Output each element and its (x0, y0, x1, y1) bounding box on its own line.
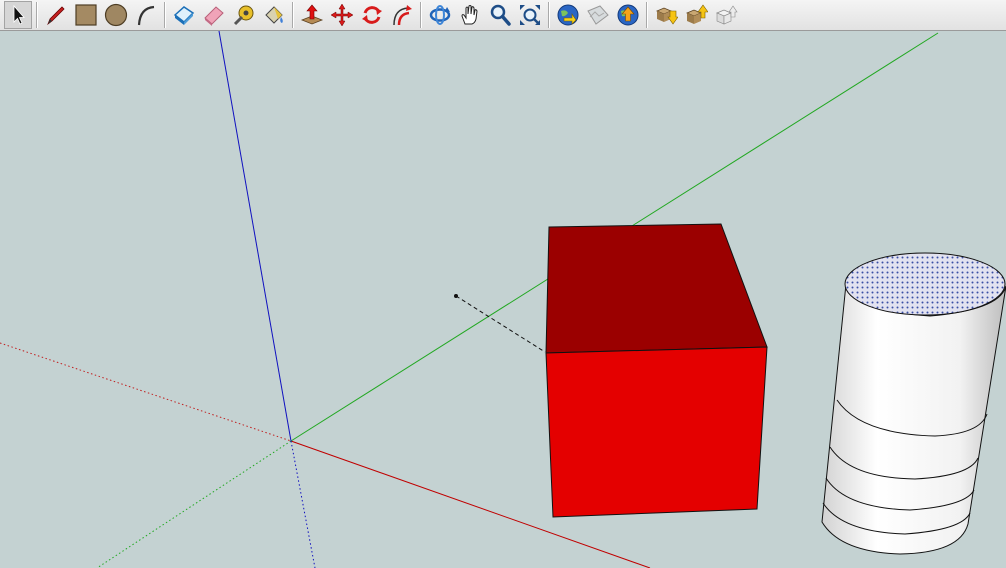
circle-tool-button[interactable] (102, 1, 130, 29)
move-tool-button[interactable] (328, 1, 356, 29)
modeling-viewport[interactable] (0, 31, 1006, 568)
box-front-face[interactable] (545, 346, 768, 518)
zoom-extents-icon (520, 5, 540, 25)
push-pull-tool-button[interactable] (298, 1, 326, 29)
make-component-tool-button[interactable] (170, 1, 198, 29)
white-cylinder[interactable] (821, 252, 1006, 568)
blue-axis-negative (290, 440, 316, 568)
rotate-icon (362, 6, 382, 24)
hand-icon (461, 5, 478, 25)
share-model-icon (685, 4, 708, 24)
arrow-cursor-icon (13, 4, 25, 25)
toolbar-separator (292, 2, 294, 28)
eraser-tool-button[interactable] (200, 1, 228, 29)
main-toolbar (0, 0, 1006, 31)
get-models-tool-button[interactable] (652, 1, 680, 29)
line-tool-button[interactable] (42, 1, 70, 29)
share-model-tool-button[interactable] (682, 1, 710, 29)
toggle-terrain-tool-button[interactable] (584, 1, 612, 29)
place-model-tool-button[interactable] (614, 1, 642, 29)
globe-view-icon (557, 4, 579, 26)
rotate-tool-button[interactable] (358, 1, 386, 29)
move-icon (330, 3, 354, 27)
rectangle-tool-button[interactable] (72, 1, 100, 29)
paint-bucket-tool-button[interactable] (260, 1, 288, 29)
select-tool-button[interactable] (4, 1, 32, 29)
tape-measure-icon (233, 5, 254, 26)
scene-canvas[interactable] (0, 31, 1006, 568)
red-axis-negative (0, 342, 292, 442)
blue-axis-positive (218, 31, 292, 442)
offset-icon (393, 5, 412, 26)
rectangle-icon (75, 4, 97, 26)
zoom-extents-tool-button[interactable] (516, 1, 544, 29)
pan-tool-button[interactable] (456, 1, 484, 29)
zoom-tool-button[interactable] (486, 1, 514, 29)
get-current-view-tool-button[interactable] (554, 1, 582, 29)
red-box[interactable] (545, 223, 768, 518)
cylinder-top-face[interactable] (844, 252, 1006, 316)
paint-bucket-icon (265, 6, 283, 24)
green-axis-negative (96, 440, 292, 568)
pencil-icon (47, 6, 65, 26)
download-models-icon (655, 7, 678, 25)
push-pull-icon (300, 4, 324, 25)
orbit-tool-button[interactable] (426, 1, 454, 29)
inference-point (454, 294, 458, 298)
cylinder-side[interactable] (821, 282, 1006, 555)
tape-measure-tool-button[interactable] (230, 1, 258, 29)
globe-upload-icon (617, 4, 639, 26)
toolbar-separator (548, 2, 550, 28)
inference-guide-line (455, 295, 546, 353)
terrain-icon (587, 5, 609, 25)
component-icon (173, 6, 195, 25)
toolbar-separator (420, 2, 422, 28)
orbit-icon (429, 5, 451, 25)
toolbar-separator (646, 2, 648, 28)
offset-tool-button[interactable] (388, 1, 416, 29)
magnifier-icon (490, 4, 511, 26)
arc-icon (137, 5, 155, 26)
circle-icon (104, 3, 128, 27)
eraser-icon (204, 6, 224, 26)
share-component-icon (715, 5, 738, 25)
box-top-face[interactable] (545, 223, 768, 354)
toolbar-separator (164, 2, 166, 28)
share-component-tool-button[interactable] (712, 1, 740, 29)
arc-tool-button[interactable] (132, 1, 160, 29)
toolbar-separator (36, 2, 38, 28)
